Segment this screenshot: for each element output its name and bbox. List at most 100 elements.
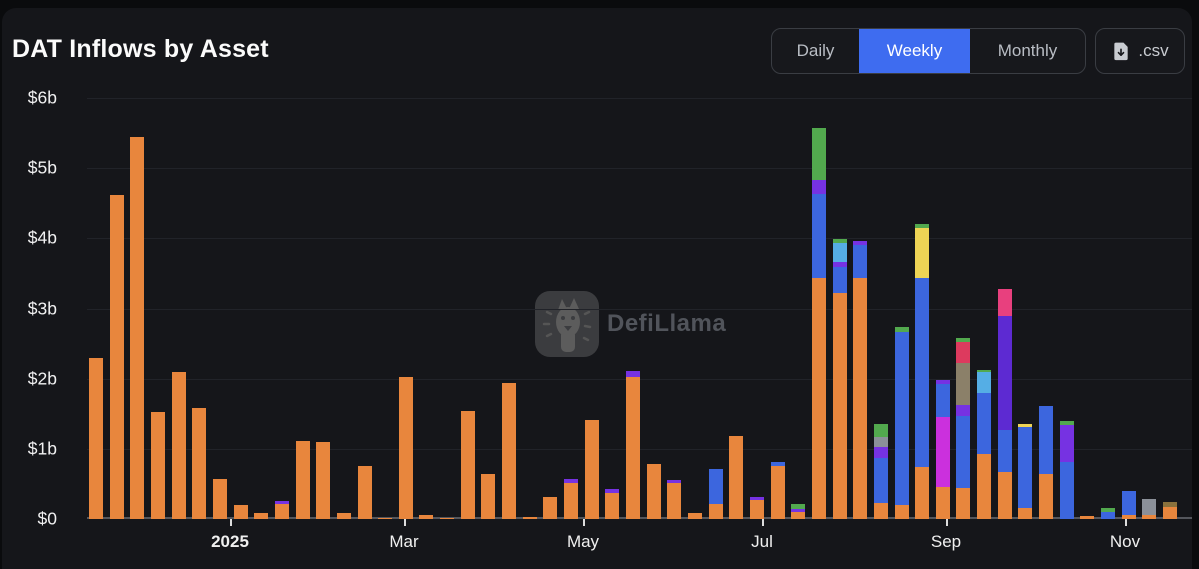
x-tick-label: Mar [389, 532, 418, 552]
bar-segment-orange [110, 195, 124, 519]
bar-week-33[interactable] [750, 497, 764, 519]
bar-week-15[interactable] [378, 518, 392, 519]
x-axis-tick [230, 519, 232, 526]
bar-segment-tan [956, 363, 970, 405]
bar-segment-orange [750, 500, 764, 519]
bar-week-50[interactable] [1101, 508, 1115, 519]
bar-segment-orange [585, 420, 599, 519]
bar-week-36[interactable] [812, 128, 826, 519]
bar-week-6[interactable] [192, 408, 206, 519]
bar-segment-violet [998, 316, 1012, 430]
gridline [87, 168, 1192, 169]
bar-week-7[interactable] [213, 479, 227, 519]
bar-week-31[interactable] [709, 469, 723, 519]
bar-week-23[interactable] [543, 497, 557, 519]
bar-week-4[interactable] [151, 412, 165, 519]
bar-week-8[interactable] [234, 505, 248, 519]
csv-export-button[interactable]: .csv [1095, 28, 1185, 74]
bar-segment-blue [1018, 427, 1032, 508]
bar-week-42[interactable] [936, 380, 950, 519]
bar-week-29[interactable] [667, 480, 681, 519]
bar-segment-blue [812, 194, 826, 278]
tab-daily[interactable]: Daily [772, 29, 859, 73]
bar-week-45[interactable] [998, 289, 1012, 519]
tab-monthly[interactable]: Monthly [970, 29, 1085, 73]
bar-week-1[interactable] [89, 358, 103, 519]
bar-segment-orange [771, 466, 785, 519]
bar-week-49[interactable] [1080, 516, 1094, 519]
bar-week-26[interactable] [605, 489, 619, 519]
bar-week-11[interactable] [296, 441, 310, 519]
bar-week-38[interactable] [853, 241, 867, 519]
bar-week-9[interactable] [254, 513, 268, 519]
bar-week-34[interactable] [771, 462, 785, 519]
bar-week-21[interactable] [502, 383, 516, 519]
bar-week-24[interactable] [564, 479, 578, 519]
bar-week-46[interactable] [1018, 424, 1032, 519]
bar-segment-blue [956, 416, 970, 488]
bar-segment-orange [1018, 508, 1032, 519]
bar-week-13[interactable] [337, 513, 351, 519]
bar-week-25[interactable] [585, 420, 599, 519]
bar-segment-purple [812, 180, 826, 194]
bar-week-39[interactable] [874, 424, 888, 519]
bar-week-44[interactable] [977, 370, 991, 519]
bar-week-16[interactable] [399, 377, 413, 519]
bar-week-30[interactable] [688, 513, 702, 519]
bar-segment-orange [399, 377, 413, 519]
bar-segment-orange [605, 493, 619, 519]
bar-week-47[interactable] [1039, 406, 1053, 519]
bar-week-5[interactable] [172, 372, 186, 519]
bar-segment-orange [1142, 515, 1156, 519]
bar-week-51[interactable] [1122, 491, 1136, 519]
x-tick-label: Jul [751, 532, 773, 552]
bar-week-28[interactable] [647, 464, 661, 519]
bar-week-40[interactable] [895, 327, 909, 519]
bar-segment-orange [688, 513, 702, 519]
bar-segment-orange [151, 412, 165, 519]
bar-week-27[interactable] [626, 371, 640, 519]
bar-week-43[interactable] [956, 338, 970, 519]
y-tick-label: $1b [2, 438, 57, 459]
bar-week-20[interactable] [481, 474, 495, 519]
bar-week-32[interactable] [729, 436, 743, 519]
bar-segment-blue [895, 332, 909, 505]
bar-week-3[interactable] [130, 137, 144, 519]
bar-segment-blue [977, 393, 991, 454]
bar-week-18[interactable] [440, 518, 454, 519]
tab-weekly[interactable]: Weekly [859, 29, 970, 73]
bar-segment-orange [523, 517, 537, 519]
bar-segment-orange [89, 358, 103, 519]
bar-segment-orange [378, 518, 392, 519]
bar-week-35[interactable] [791, 504, 805, 519]
bar-segment-orange [275, 504, 289, 519]
y-tick-label: $2b [2, 368, 57, 389]
bar-week-12[interactable] [316, 442, 330, 519]
y-tick-label: $6b [2, 88, 57, 109]
bar-segment-blue [1060, 462, 1074, 519]
chart-panel: DAT Inflows by Asset Daily Weekly Monthl… [2, 8, 1192, 569]
bar-segment-blue [833, 267, 847, 293]
x-tick-label: Sep [931, 532, 961, 552]
bar-week-14[interactable] [358, 466, 372, 519]
bar-week-22[interactable] [523, 517, 537, 519]
bar-segment-orange [1163, 507, 1177, 519]
bar-segment-blue [709, 469, 723, 504]
bar-week-41[interactable] [915, 224, 929, 519]
bar-segment-purple [874, 447, 888, 458]
bar-week-37[interactable] [833, 239, 847, 519]
bar-segment-blue [1101, 512, 1115, 519]
bar-week-2[interactable] [110, 195, 124, 519]
bar-segment-gray [874, 437, 888, 447]
bar-week-53[interactable] [1163, 502, 1177, 519]
bar-week-17[interactable] [419, 515, 433, 519]
gridline [87, 98, 1192, 99]
bar-segment-orange [1039, 474, 1053, 519]
bar-week-48[interactable] [1060, 421, 1074, 519]
bar-segment-orange [358, 466, 372, 519]
gridline [87, 309, 1192, 310]
bar-week-52[interactable] [1142, 499, 1156, 519]
bar-segment-orange [316, 442, 330, 519]
bar-week-19[interactable] [461, 411, 475, 519]
bar-week-10[interactable] [275, 501, 289, 519]
